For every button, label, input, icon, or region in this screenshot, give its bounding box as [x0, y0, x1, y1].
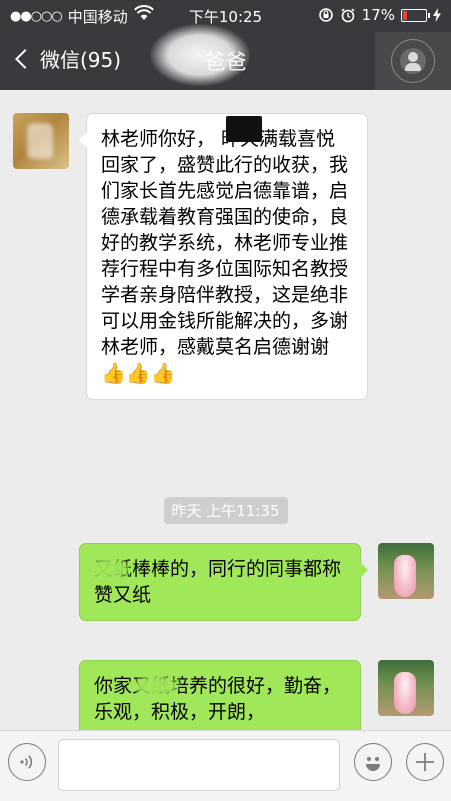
- alarm-icon: [341, 8, 355, 23]
- emoji-button[interactable]: [354, 743, 392, 781]
- avatar-figure: [394, 672, 416, 714]
- self-avatar[interactable]: [378, 543, 434, 599]
- chat-info-button[interactable]: [375, 32, 451, 90]
- redaction-smudge: [84, 558, 130, 580]
- timestamp: 昨天 上午11:35: [0, 497, 451, 524]
- message-input[interactable]: [58, 739, 340, 791]
- self-avatar[interactable]: [378, 660, 434, 716]
- profile-icon: [391, 39, 435, 83]
- status-right: 17%: [318, 6, 441, 24]
- header: ●●○○○ 中国移动 下午10:25 17% 微信(95): [0, 0, 451, 90]
- battery-icon: [401, 8, 430, 22]
- redaction-smudge: [134, 675, 178, 697]
- voice-button[interactable]: [8, 743, 46, 781]
- received-message[interactable]: 林老师你好， 昨天满载喜悦回家了，盛赞此行的收获，我们家长首先感觉启德靠谱，启德…: [79, 113, 368, 400]
- more-button[interactable]: [406, 743, 444, 781]
- input-bar: [0, 730, 451, 801]
- sent-message[interactable]: 又纸棒棒的，同行的同事都称赞又纸: [79, 543, 368, 621]
- message-text: 你家又纸培养的很好，勤奋，乐观，积极，开朗，: [94, 675, 342, 723]
- avatar-figure: [394, 555, 416, 597]
- redaction-smudge: [150, 24, 250, 86]
- charging-icon: [433, 8, 441, 22]
- battery-level: [403, 10, 407, 20]
- message-text: 林老师你好， 昨天满载喜悦回家了，盛赞此行的收获，我们家长首先感觉启德靠谱，启德…: [101, 128, 349, 358]
- voice-icon: [20, 755, 33, 769]
- rotation-lock-icon: [318, 8, 333, 22]
- sent-message[interactable]: 你家又纸培养的很好，勤奋，乐观，积极，开朗，: [79, 660, 361, 735]
- redaction-block: [226, 116, 262, 142]
- profile-glyph: [400, 48, 426, 74]
- timestamp-label: 昨天 上午11:35: [163, 497, 288, 524]
- battery-percent: 17%: [361, 6, 395, 24]
- thumbs-up-emoji: 👍👍👍: [101, 361, 176, 385]
- contact-avatar[interactable]: [13, 113, 69, 169]
- plus-icon: [416, 753, 434, 771]
- emoji-icon: [366, 757, 380, 771]
- message-text: 又纸棒棒的，同行的同事都称赞又纸: [94, 558, 342, 606]
